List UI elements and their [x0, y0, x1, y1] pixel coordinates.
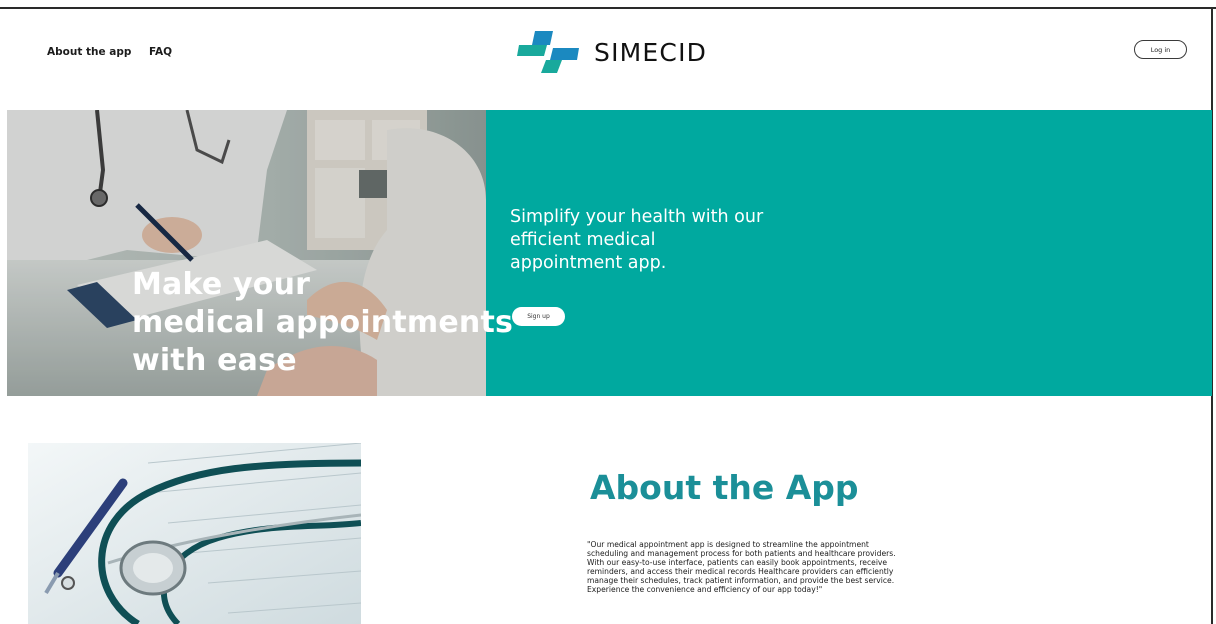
signup-button[interactable]: Sign up	[512, 307, 565, 326]
about-line: Experience the convenience and efficienc…	[587, 584, 823, 594]
nav-faq[interactable]: FAQ	[149, 46, 172, 58]
hero-headline: Make your medical appointments with ease	[132, 266, 552, 380]
medical-cross-logo-icon	[517, 31, 579, 73]
hero-headline-line: with ease	[132, 343, 297, 378]
hero-tagline: Simplify your health with our efficient …	[510, 206, 810, 275]
about-title: About the App	[590, 468, 859, 507]
hero-tagline-line: Simplify your health with our	[510, 207, 764, 227]
stethoscope-photo	[28, 443, 361, 624]
logo[interactable]: SIMECID	[517, 31, 732, 73]
logo-text: SIMECID	[594, 38, 708, 67]
login-button[interactable]: Log in	[1134, 40, 1187, 59]
nav-about-the-app[interactable]: About the app	[47, 46, 131, 58]
hero-headline-line: medical appointments	[132, 305, 514, 340]
hero-tagline-line: efficient medical	[510, 230, 656, 250]
about-description: "Our medical appointment app is designed…	[587, 540, 987, 594]
hero-tagline-line: appointment app.	[510, 253, 667, 273]
top-border	[0, 0, 1216, 9]
hero-headline-line: Make your	[132, 267, 311, 302]
